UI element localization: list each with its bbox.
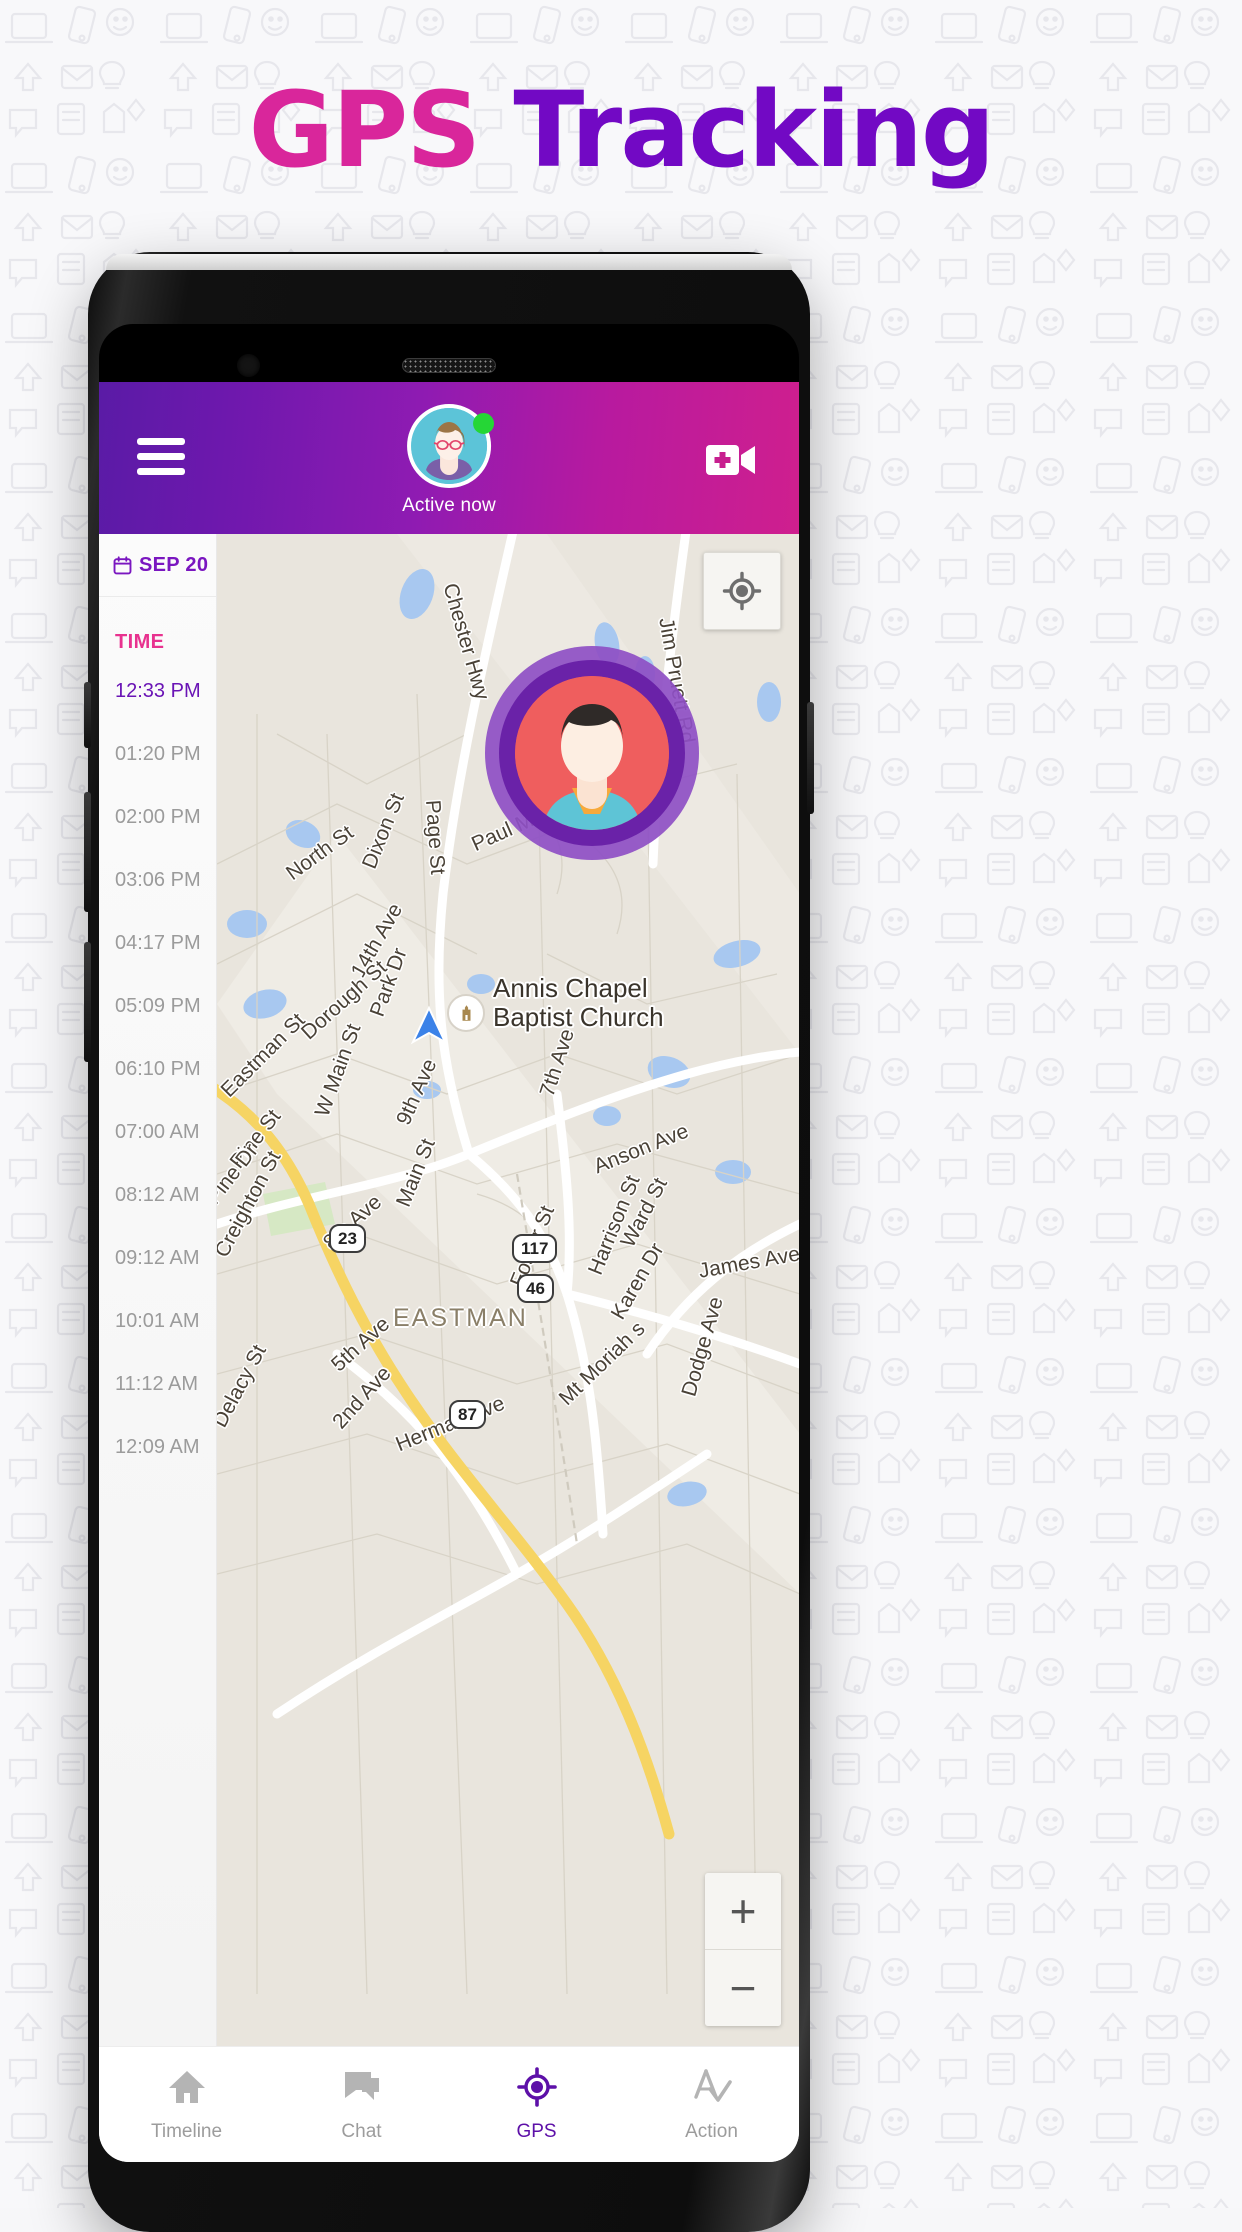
time-column-header: TIME	[115, 631, 165, 653]
time-list-item[interactable]: 12:09 AM	[99, 1416, 216, 1479]
time-list-item[interactable]: 12:33 PM	[99, 660, 216, 723]
my-location-button[interactable]	[703, 552, 781, 630]
headline-word-tracking: Tracking	[513, 69, 995, 191]
time-list-item[interactable]: 11:12 AM	[99, 1353, 216, 1416]
nav-item-gps[interactable]: GPS	[449, 2047, 624, 2162]
time-list[interactable]: 12:33 PM 01:20 PM 02:00 PM 03:06 PM 04:17 PM…	[99, 654, 216, 1479]
nav-item-label: GPS	[516, 2121, 557, 2142]
header-profile[interactable]: Active now	[402, 404, 496, 517]
video-call-add-icon[interactable]	[705, 440, 757, 480]
bottom-navigation[interactable]: Timeline Chat GPS Action	[99, 2046, 799, 2162]
front-camera	[237, 354, 260, 377]
zoom-out-button[interactable]: −	[705, 1950, 781, 2026]
time-list-item[interactable]: 07:00 AM	[99, 1101, 216, 1164]
church-poi-icon	[447, 994, 485, 1032]
action-check-icon	[692, 2067, 732, 2112]
calendar-icon	[113, 555, 132, 574]
heading-arrow-marker[interactable]	[407, 1004, 451, 1048]
gps-target-icon	[516, 2067, 557, 2112]
nav-item-chat[interactable]: Chat	[274, 2047, 449, 2162]
app-header: Active now	[99, 382, 799, 534]
phone-button-bixby[interactable]	[84, 682, 91, 748]
user-location-marker[interactable]	[485, 646, 699, 860]
route-shield: 117	[512, 1234, 558, 1263]
home-icon	[167, 2067, 207, 2112]
my-location-icon	[722, 571, 762, 611]
status-badge: Active now	[402, 495, 496, 516]
phone-button-volume-up[interactable]	[84, 792, 91, 912]
phone-top-rim	[106, 254, 792, 270]
time-list-item[interactable]: 04:17 PM	[99, 912, 216, 975]
time-list-item[interactable]: 06:10 PM	[99, 1038, 216, 1101]
time-list-item[interactable]: 09:12 AM	[99, 1227, 216, 1290]
place-line-2: Baptist Church	[493, 1002, 664, 1033]
nav-item-label: Action	[685, 2121, 738, 2142]
time-list-item[interactable]: 05:09 PM	[99, 975, 216, 1038]
app-viewport: Active now SEP 20 TIME 12:33 PM 01:20 PM…	[99, 382, 799, 2162]
headline-word-gps: GPS	[248, 69, 481, 191]
phone-mockup: Active now SEP 20 TIME 12:33 PM 01:20 PM…	[84, 252, 814, 2232]
phone-button-power[interactable]	[807, 702, 814, 814]
earpiece-speaker	[402, 358, 496, 373]
nav-item-label: Timeline	[150, 2121, 223, 2142]
online-status-dot	[472, 413, 494, 434]
nav-item-label: Chat	[341, 2121, 382, 2142]
phone-button-volume-down[interactable]	[84, 942, 91, 1062]
zoom-in-button[interactable]: +	[705, 1873, 781, 1950]
chat-bubble-icon	[342, 2067, 382, 2112]
time-list-item[interactable]: 02:00 PM	[99, 786, 216, 849]
date-selector[interactable]: SEP 20	[99, 534, 216, 597]
place-line-1: Annis Chapel	[493, 973, 648, 1003]
time-list-item[interactable]: 03:06 PM	[99, 849, 216, 912]
time-list-item[interactable]: 08:12 AM	[99, 1164, 216, 1227]
hamburger-menu-icon[interactable]	[137, 438, 185, 475]
date-label: SEP 20	[139, 553, 209, 576]
map-view[interactable]: Chester Hwy Jim Pruett Rd Page St Paul Mi No…	[217, 534, 799, 2046]
route-shield: 46	[517, 1274, 554, 1303]
page-title: GPS Tracking	[0, 78, 1242, 182]
phone-screen: Active now SEP 20 TIME 12:33 PM 01:20 PM…	[99, 324, 799, 2162]
map-city-label: EASTMAN	[393, 1304, 528, 1332]
time-list-item[interactable]: 10:01 AM	[99, 1290, 216, 1353]
user-avatar-male-icon	[515, 676, 669, 830]
app-body: SEP 20 TIME 12:33 PM 01:20 PM 02:00 PM 03:0…	[99, 534, 799, 2046]
map-place-label: Annis Chapel Baptist Church	[493, 973, 664, 1033]
marker-avatar	[515, 676, 669, 830]
nav-item-action[interactable]: Action	[624, 2047, 799, 2162]
map-zoom-controls[interactable]: + −	[705, 1873, 781, 2026]
route-shield: 87	[449, 1400, 486, 1429]
time-list-item[interactable]: 01:20 PM	[99, 723, 216, 786]
route-shield: 23	[329, 1224, 366, 1253]
timeline-sidebar[interactable]: SEP 20 TIME 12:33 PM 01:20 PM 02:00 PM 03:0…	[99, 534, 217, 2046]
nav-item-timeline[interactable]: Timeline	[99, 2047, 274, 2162]
